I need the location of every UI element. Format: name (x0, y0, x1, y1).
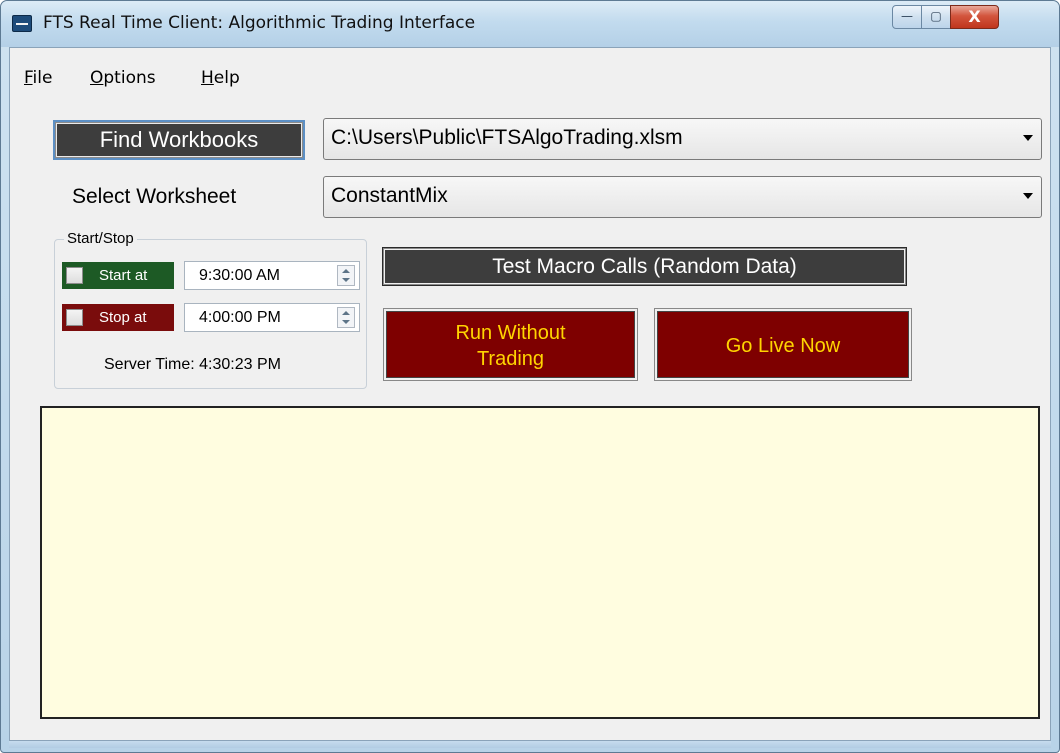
stop-at-label: Stop at (99, 309, 147, 326)
select-worksheet-label: Select Worksheet (72, 185, 237, 208)
menu-file-accel: F (24, 68, 33, 88)
spin-updown-icon[interactable] (337, 265, 355, 286)
run-without-trading-button[interactable]: Run Without Trading (383, 308, 638, 381)
menu-help[interactable]: Help (201, 68, 240, 88)
stop-checkbox-box[interactable] (66, 309, 83, 326)
run-without-line2: Trading (476, 348, 545, 370)
menu-file-rest: ile (32, 68, 53, 88)
workbook-select[interactable]: C:\Users\Public\FTSAlgoTrading.xlsm (323, 118, 1042, 160)
worksheet-select[interactable]: ConstantMix (323, 176, 1042, 218)
client-area: File Options Help Find Workbooks C:\User… (9, 47, 1051, 741)
spin-updown-icon[interactable] (337, 307, 355, 328)
app-window: FTS Real Time Client: Algorithmic Tradin… (0, 0, 1060, 753)
start-time-picker[interactable]: 9:30:00 AM (184, 261, 360, 290)
maximize-button[interactable]: ▢ (921, 5, 951, 29)
menu-options[interactable]: Options (90, 68, 156, 88)
title-bar[interactable]: FTS Real Time Client: Algorithmic Tradin… (1, 1, 1059, 47)
start-at-checkbox[interactable]: Start at (62, 262, 174, 289)
start-checkbox-box[interactable] (66, 267, 83, 284)
menu-help-accel: H (201, 68, 214, 88)
close-button[interactable]: X (950, 5, 999, 29)
test-macro-calls-button[interactable]: Test Macro Calls (Random Data) (383, 248, 906, 285)
find-workbooks-button[interactable]: Find Workbooks (55, 122, 303, 158)
chevron-down-icon (1023, 135, 1033, 141)
go-live-now-button[interactable]: Go Live Now (654, 308, 912, 381)
start-stop-caption: Start/Stop (64, 230, 137, 247)
run-without-line1: Run Without (455, 322, 566, 344)
start-time-value: 9:30:00 AM (199, 267, 280, 284)
stop-time-value: 4:00:00 PM (199, 309, 281, 326)
menu-options-accel: O (90, 68, 104, 88)
window-title: FTS Real Time Client: Algorithmic Tradin… (43, 13, 476, 33)
app-icon[interactable] (12, 15, 32, 32)
minimize-button[interactable]: — (892, 5, 922, 29)
worksheet-select-value: ConstantMix (331, 184, 448, 207)
start-at-label: Start at (99, 267, 148, 284)
workbook-select-value: C:\Users\Public\FTSAlgoTrading.xlsm (331, 126, 683, 149)
window-bottom-border (9, 741, 1051, 748)
menu-options-rest: ptions (103, 68, 156, 88)
go-live-label: Go Live Now (725, 335, 841, 357)
menu-help-rest: elp (213, 68, 240, 88)
server-time: Server Time: 4:30:23 PM (104, 356, 281, 373)
log-output-area[interactable] (40, 406, 1040, 719)
stop-time-picker[interactable]: 4:00:00 PM (184, 303, 360, 332)
chevron-down-icon (1023, 193, 1033, 199)
stop-at-checkbox[interactable]: Stop at (62, 304, 174, 331)
menu-bar: File Options Help (10, 48, 1050, 92)
menu-file[interactable]: File (24, 68, 52, 88)
